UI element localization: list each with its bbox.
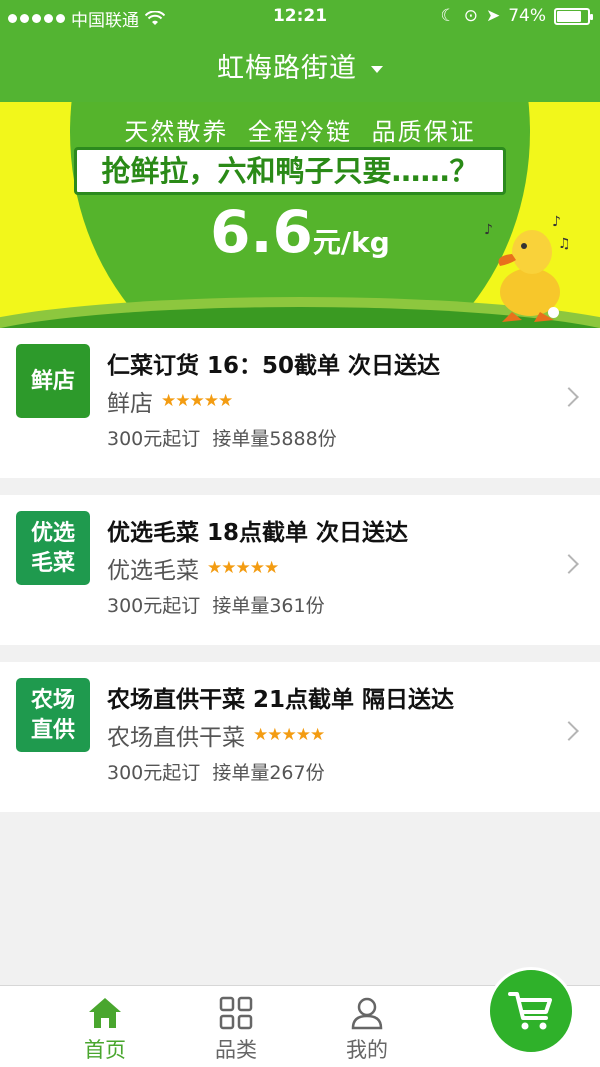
carousel-indicator[interactable]: [548, 307, 559, 318]
store-name: 农场直供干菜: [107, 725, 245, 751]
min-order: 300元起订: [107, 595, 201, 617]
store-card[interactable]: 鲜店 仁菜订货 16：50截单 次日送达 鲜店 ★★★★★ 300元起订 接单量…: [0, 328, 600, 478]
store-title: 优选毛菜 18点截单 次日送达: [107, 520, 409, 546]
banner-price-unit: 元/kg: [312, 226, 390, 259]
order-count: 接单量361份: [212, 595, 325, 617]
order-count: 接单量267份: [212, 762, 325, 784]
store-name: 优选毛菜: [107, 558, 199, 584]
banner-price-value: 6.6: [210, 198, 313, 266]
top-bar: 中国联通 12:21 ☾ ⊙ ➤ 74% 虹梅路街道: [0, 0, 600, 102]
tab-category[interactable]: 品类: [196, 996, 276, 1064]
status-bar: 中国联通 12:21 ☾ ⊙ ➤ 74%: [0, 0, 600, 36]
store-card[interactable]: 农场直供 农场直供干菜 21点截单 隔日送达 农场直供干菜 ★★★★★ 300元…: [0, 662, 600, 812]
location-icon: ➤: [485, 6, 501, 26]
location-title: 虹梅路街道: [217, 53, 357, 84]
svg-text:♪: ♪: [552, 214, 561, 230]
star-rating: ★★★★★: [207, 558, 279, 578]
svg-text:♪: ♪: [484, 222, 493, 238]
tab-label: 我的: [346, 1038, 388, 1062]
battery-icon: [554, 7, 593, 25]
store-title: 仁菜订货 16：50截单 次日送达: [107, 353, 441, 379]
tab-home[interactable]: 首页: [65, 996, 145, 1064]
star-rating: ★★★★★: [161, 391, 233, 411]
chevron-right-icon: [559, 721, 579, 741]
tab-mine[interactable]: 我的: [327, 996, 407, 1064]
star-rating: ★★★★★: [253, 725, 325, 745]
duck-mascot-icon: ♪ ♪ ♫: [484, 214, 571, 322]
store-logo: 鲜店: [16, 344, 90, 418]
order-count: 接单量5888份: [212, 428, 337, 450]
min-order: 300元起订: [107, 428, 201, 450]
cart-button[interactable]: [487, 967, 575, 1055]
banner-tagline: 天然散养 全程冷链 品质保证: [124, 118, 476, 146]
store-card[interactable]: 优选毛菜 优选毛菜 18点截单 次日送达 优选毛菜 ★★★★★ 300元起订 接…: [0, 495, 600, 645]
promo-banner[interactable]: 天然散养 全程冷链 品质保证 抢鲜拉，六和鸭子只要……？ 6.6元/kg ♪ ♪…: [0, 102, 600, 328]
store-name: 鲜店: [107, 391, 153, 417]
store-title: 农场直供干菜 21点截单 隔日送达: [107, 687, 455, 713]
battery-percent: 74%: [508, 6, 546, 26]
banner-slogan: 抢鲜拉，六和鸭子只要……？: [74, 147, 506, 195]
store-logo: 优选毛菜: [16, 511, 90, 585]
caret-down-icon: [371, 66, 383, 73]
cart-icon: [508, 992, 552, 1030]
min-order: 300元起订: [107, 762, 201, 784]
chevron-right-icon: [559, 387, 579, 407]
tab-label: 品类: [215, 1038, 257, 1062]
svg-text:♫: ♫: [558, 236, 571, 252]
home-icon: [89, 998, 121, 1028]
grid-icon: [219, 996, 253, 1030]
rotation-lock-icon: ⊙: [463, 6, 478, 26]
location-selector[interactable]: 虹梅路街道: [0, 46, 600, 85]
store-logo: 农场直供: [16, 678, 90, 752]
tab-label: 首页: [84, 1038, 126, 1062]
chevron-right-icon: [559, 554, 579, 574]
user-icon: [351, 997, 383, 1030]
moon-icon: ☾: [440, 6, 456, 26]
store-list: 鲜店 仁菜订货 16：50截单 次日送达 鲜店 ★★★★★ 300元起订 接单量…: [0, 328, 600, 829]
